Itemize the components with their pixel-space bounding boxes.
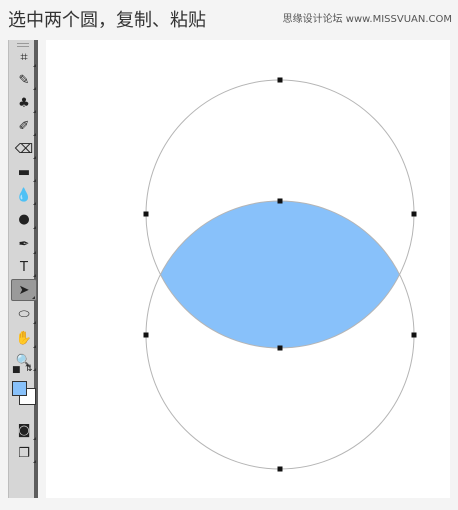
anchor-point[interactable]: [411, 211, 417, 217]
more-tools-indicator: [33, 251, 36, 254]
quick-mask-icon[interactable]: ◙: [11, 419, 37, 441]
pen-icon[interactable]: ✒: [11, 233, 37, 255]
more-tools-indicator: [33, 64, 36, 67]
more-tools-indicator: [33, 110, 36, 113]
more-tools-indicator: [33, 202, 36, 205]
blur-icon[interactable]: 💧: [11, 184, 37, 206]
tools-panel: ⌗ ✎ ♣ ✐ ⌫ ▬ 💧 ● ✒ T ➤ ⬭ ✋ 🔍 ◙ ❐ ■ ⇅: [8, 40, 38, 498]
more-tools-indicator: [33, 226, 36, 229]
stamp-icon[interactable]: ♣: [11, 92, 37, 114]
more-tools-indicator: [33, 274, 36, 277]
anchor-point[interactable]: [277, 77, 283, 83]
more-tools-indicator: [32, 296, 35, 299]
more-tools-indicator: [33, 460, 36, 463]
anchor-point[interactable]: [143, 211, 149, 217]
anchor-point[interactable]: [277, 466, 283, 472]
more-tools-indicator: [33, 437, 36, 440]
more-tools-indicator: [33, 321, 36, 324]
anchor-point[interactable]: [411, 332, 417, 338]
default-colors-icon[interactable]: ■: [12, 365, 21, 375]
path-selection-icon[interactable]: ➤: [11, 279, 37, 301]
foreground-color-swatch[interactable]: [12, 381, 27, 396]
document-canvas[interactable]: [46, 40, 450, 498]
history-brush-icon[interactable]: ✐: [11, 115, 37, 137]
more-tools-indicator: [33, 87, 36, 90]
caption-text: 选中两个圆，复制、粘贴: [8, 10, 206, 31]
more-tools-indicator: [33, 133, 36, 136]
screen-mode-icon[interactable]: ❐: [11, 442, 37, 464]
brush-icon[interactable]: ✎: [11, 69, 37, 91]
artboard-icon[interactable]: ⌗: [11, 46, 37, 68]
anchor-point[interactable]: [277, 345, 283, 351]
canvas-drawing: [143, 77, 417, 472]
more-tools-indicator: [33, 368, 36, 371]
watermark-text: 思缘设计论坛 www.MISSVUAN.COM: [282, 14, 452, 25]
anchor-point[interactable]: [277, 198, 283, 204]
dodge-icon[interactable]: ●: [11, 208, 37, 230]
type-icon[interactable]: T: [11, 256, 37, 278]
more-tools-indicator: [33, 156, 36, 159]
intersection-fill: [146, 201, 414, 348]
more-tools-indicator: [33, 179, 36, 182]
anchor-point[interactable]: [143, 332, 149, 338]
swap-colors-icon[interactable]: ⇅: [25, 364, 33, 374]
more-tools-indicator: [33, 345, 36, 348]
ellipse-icon[interactable]: ⬭: [11, 303, 37, 325]
eraser-icon[interactable]: ⌫: [11, 138, 37, 160]
hand-icon[interactable]: ✋: [11, 327, 37, 349]
gradient-icon[interactable]: ▬: [11, 161, 37, 183]
